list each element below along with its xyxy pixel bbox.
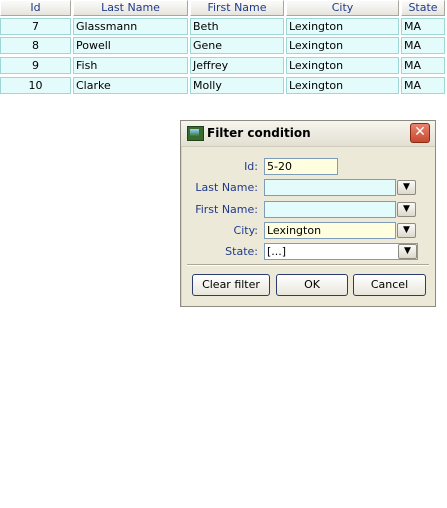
cell-last-name[interactable]: Glassmann	[73, 18, 188, 35]
cell-id[interactable]: 7	[0, 18, 71, 35]
cell-id[interactable]: 8	[0, 37, 71, 54]
city-label: City:	[233, 224, 258, 237]
close-icon: ✕	[414, 124, 426, 140]
column-header-first-name[interactable]: First Name	[190, 0, 284, 16]
chevron-down-icon: ▼	[403, 225, 410, 235]
first-name-field[interactable]	[264, 201, 396, 218]
cell-id[interactable]: 9	[0, 57, 71, 74]
cell-first-name[interactable]: Gene	[190, 37, 284, 54]
cell-first-name[interactable]: Molly	[190, 77, 284, 94]
chevron-down-icon: ▼	[403, 204, 410, 214]
state-dropdown-button[interactable]: ▼	[398, 244, 417, 259]
dialog-title: Filter condition	[207, 126, 311, 140]
cancel-button[interactable]: Cancel	[353, 274, 426, 296]
column-header-id[interactable]: Id	[0, 0, 71, 16]
cell-state[interactable]: MA	[401, 57, 445, 74]
dialog-titlebar[interactable]: Filter condition ✕	[181, 121, 435, 147]
id-field[interactable]: 5-20	[264, 158, 338, 175]
state-label: State:	[225, 245, 258, 258]
state-field[interactable]: [...]	[264, 243, 418, 260]
filter-dialog-icon	[187, 126, 204, 141]
last-name-field[interactable]	[264, 179, 396, 196]
chevron-down-icon: ▼	[403, 182, 410, 192]
table-row[interactable]: 7 Glassmann Beth Lexington MA	[0, 18, 447, 36]
city-dropdown-button[interactable]: ▼	[397, 223, 416, 238]
cell-last-name[interactable]: Powell	[73, 37, 188, 54]
clear-filter-button[interactable]: Clear filter	[192, 274, 270, 296]
column-header-state[interactable]: State	[401, 0, 445, 16]
dialog-separator	[187, 264, 429, 266]
cell-city[interactable]: Lexington	[286, 37, 399, 54]
table-row[interactable]: 8 Powell Gene Lexington MA	[0, 37, 447, 55]
cell-city[interactable]: Lexington	[286, 18, 399, 35]
cell-first-name[interactable]: Beth	[190, 18, 284, 35]
first-name-dropdown-button[interactable]: ▼	[397, 202, 416, 217]
cell-first-name[interactable]: Jeffrey	[190, 57, 284, 74]
state-row: State: [...] ▼	[190, 243, 426, 260]
first-name-row: First Name: ▼	[190, 201, 426, 218]
grid-header: Id Last Name First Name City State	[0, 0, 447, 16]
id-label: Id:	[244, 160, 258, 173]
first-name-label: First Name:	[195, 203, 258, 216]
close-button[interactable]: ✕	[410, 123, 430, 143]
last-name-row: Last Name: ▼	[190, 179, 426, 196]
cell-id[interactable]: 10	[0, 77, 71, 94]
cell-city[interactable]: Lexington	[286, 57, 399, 74]
cell-last-name[interactable]: Fish	[73, 57, 188, 74]
cell-city[interactable]: Lexington	[286, 77, 399, 94]
column-header-last-name[interactable]: Last Name	[73, 0, 188, 16]
cell-state[interactable]: MA	[401, 37, 445, 54]
city-field[interactable]: Lexington	[264, 222, 396, 239]
cell-state[interactable]: MA	[401, 77, 445, 94]
last-name-label: Last Name:	[195, 181, 258, 194]
ok-button[interactable]: OK	[276, 274, 348, 296]
id-row: Id: 5-20	[190, 158, 426, 175]
cell-state[interactable]: MA	[401, 18, 445, 35]
table-row[interactable]: 10 Clarke Molly Lexington MA	[0, 77, 447, 95]
last-name-dropdown-button[interactable]: ▼	[397, 180, 416, 195]
chevron-down-icon: ▼	[404, 246, 411, 256]
city-row: City: Lexington ▼	[190, 222, 426, 239]
filter-dialog: Filter condition ✕ Id: 5-20 Last Name: ▼…	[180, 120, 436, 307]
cell-last-name[interactable]: Clarke	[73, 77, 188, 94]
column-header-city[interactable]: City	[286, 0, 399, 16]
table-row[interactable]: 9 Fish Jeffrey Lexington MA	[0, 57, 447, 75]
